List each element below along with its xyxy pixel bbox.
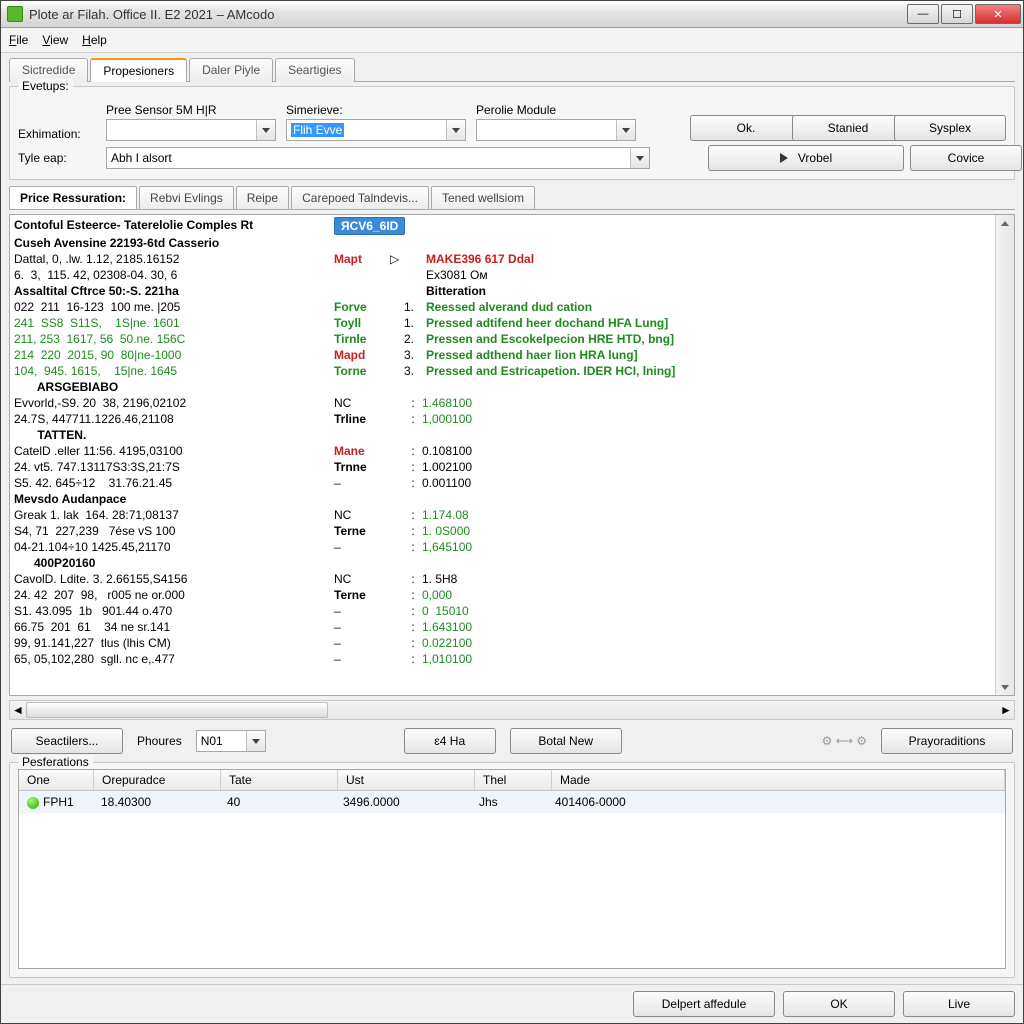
scroll-track[interactable] (26, 701, 998, 719)
scroll-right-icon[interactable]: ► (998, 701, 1014, 719)
titlebar: Plote ar Filah. Office II. E2 2021 – AMc… (1, 1, 1023, 28)
dropdown-icon (630, 148, 649, 168)
log-content[interactable]: Contoful Esteerce- Taterelolie Comples R… (10, 215, 995, 695)
client-area: Sictredide Propesioners Daler Piyle Sear… (1, 53, 1023, 984)
dropdown-icon (256, 120, 275, 140)
play-icon (780, 153, 788, 163)
covice-button[interactable]: Covice (910, 145, 1022, 171)
footer-ok-button[interactable]: OK (783, 991, 895, 1017)
stanied-button[interactable]: Stanied (792, 115, 904, 141)
pesferations-table: One Orepuradce Tate Ust Thel Made FPH1 1… (18, 769, 1006, 969)
scroll-down-icon[interactable] (996, 679, 1014, 695)
table-row[interactable]: FPH1 18.40300 40 3496.0000 Jhs 401406-00… (19, 791, 1005, 813)
chevron-down-icon (262, 128, 270, 133)
menubar: File View Help (1, 28, 1023, 53)
menu-file[interactable]: File (9, 33, 28, 47)
perolie-combo[interactable] (476, 119, 636, 141)
vrobel-button[interactable]: Vrobel (708, 145, 904, 171)
sysplex-button[interactable]: Sysplex (894, 115, 1006, 141)
cursor-icon: ▷ (390, 251, 404, 267)
ha-button[interactable]: ɛ4 Ha (404, 728, 496, 754)
window-title: Plote ar Filah. Office II. E2 2021 – AMc… (29, 7, 905, 22)
exhimation-label: Exhimation: (18, 127, 96, 141)
col-made[interactable]: Made (552, 770, 1005, 790)
simerieve-value: Flih Evve (291, 123, 344, 137)
table-header: One Orepuradce Tate Ust Thel Made (19, 770, 1005, 791)
mid-toolbar: Seactilers... Phoures N01 ɛ4 Ha Botal Ne… (9, 724, 1015, 758)
chevron-down-icon (622, 128, 630, 133)
col-one[interactable]: One (19, 770, 94, 790)
pesferations-legend: Pesferations (18, 755, 93, 769)
subtab-reipe[interactable]: Reipe (236, 186, 289, 209)
top-tabs: Sictredide Propesioners Daler Piyle Sear… (9, 57, 1015, 82)
app-icon (7, 6, 23, 22)
ok-button[interactable]: Ok. (690, 115, 802, 141)
cv6-badge: ЯCV6_6ID (334, 217, 405, 235)
evetups-group: Evetups: Exhimation: Pree Sensor 5M H|R … (9, 86, 1015, 180)
sub-tabs: Price Ressuration: Rebvi Evlings Reipe C… (9, 186, 1015, 210)
table-body: FPH1 18.40300 40 3496.0000 Jhs 401406-00… (19, 791, 1005, 968)
status-dot-icon (27, 797, 39, 809)
scroll-left-icon[interactable]: ◄ (10, 701, 26, 719)
window-controls: — ☐ ✕ (905, 4, 1021, 24)
horizontal-scrollbar[interactable]: ◄ ► (9, 700, 1015, 720)
cell-ust: 3496.0000 (335, 793, 471, 811)
botal-new-button[interactable]: Botal New (510, 728, 622, 754)
scroll-up-icon[interactable] (996, 215, 1014, 231)
dropdown-icon (246, 731, 265, 751)
dropdown-icon (616, 120, 635, 140)
dropdown-icon (446, 120, 465, 140)
col-ust[interactable]: Ust (338, 770, 475, 790)
pree-label: Pree Sensor 5M H|R (106, 103, 276, 117)
simerieve-combo[interactable]: Flih Evve (286, 119, 466, 141)
tyle-value: Abh I alsort (111, 151, 172, 165)
tyle-label: Tyle eap: (18, 151, 96, 165)
subtab-price-ressuration[interactable]: Price Ressuration: (9, 186, 137, 209)
seactilers-button[interactable]: Seactilers... (11, 728, 123, 754)
pree-combo[interactable] (106, 119, 276, 141)
action-buttons: Ok. Stanied Sysplex (690, 115, 1006, 141)
evetups-legend: Evetups: (18, 79, 73, 93)
prayoraditions-button[interactable]: Prayoraditions (881, 728, 1013, 754)
settings-icon[interactable]: ⚙ ⟷ ⚙ (822, 734, 867, 748)
phoures-label: Phoures (137, 734, 182, 748)
col-thel[interactable]: Thel (475, 770, 552, 790)
live-button[interactable]: Live (903, 991, 1015, 1017)
cell-orep: 18.40300 (93, 793, 219, 811)
col-tate[interactable]: Tate (221, 770, 338, 790)
cell-tate: 40 (219, 793, 335, 811)
footer: Delpert affedule OK Live (1, 984, 1023, 1023)
subtab-carepoed[interactable]: Carepoed Talndevis... (291, 186, 429, 209)
subtab-tened[interactable]: Tened wellsiom (431, 186, 535, 209)
chevron-down-icon (452, 128, 460, 133)
delpert-button[interactable]: Delpert affedule (633, 991, 775, 1017)
col-orepuradce[interactable]: Orepuradce (94, 770, 221, 790)
cell-thel: Jhs (471, 793, 547, 811)
simerieve-label: Simerieve: (286, 103, 466, 117)
menu-view[interactable]: View (42, 33, 68, 47)
cell-one: FPH1 (19, 793, 93, 811)
tyle-combo[interactable]: Abh I alsort (106, 147, 650, 169)
chevron-down-icon (636, 156, 644, 161)
subtab-rebvi[interactable]: Rebvi Evlings (139, 186, 234, 209)
phoures-combo[interactable]: N01 (196, 730, 266, 752)
menu-help[interactable]: Help (82, 33, 107, 47)
close-button[interactable]: ✕ (975, 4, 1021, 24)
vertical-scrollbar[interactable] (995, 215, 1014, 695)
window-root: Plote ar Filah. Office II. E2 2021 – AMc… (0, 0, 1024, 1024)
scroll-thumb[interactable] (26, 702, 328, 718)
minimize-button[interactable]: — (907, 4, 939, 24)
phoures-value: N01 (201, 734, 223, 748)
perolie-label: Perolie Module (476, 103, 636, 117)
log-area: Contoful Esteerce- Taterelolie Comples R… (9, 214, 1015, 696)
maximize-button[interactable]: ☐ (941, 4, 973, 24)
tab-daler-piyle[interactable]: Daler Piyle (189, 58, 273, 82)
chevron-down-icon (252, 739, 260, 744)
tab-propesioners[interactable]: Propesioners (90, 58, 187, 82)
pesferations-group: Pesferations One Orepuradce Tate Ust The… (9, 762, 1015, 978)
cell-made: 401406-0000 (547, 793, 1005, 811)
vrobel-label: Vrobel (798, 151, 832, 165)
tab-seartigies[interactable]: Seartigies (275, 58, 354, 82)
